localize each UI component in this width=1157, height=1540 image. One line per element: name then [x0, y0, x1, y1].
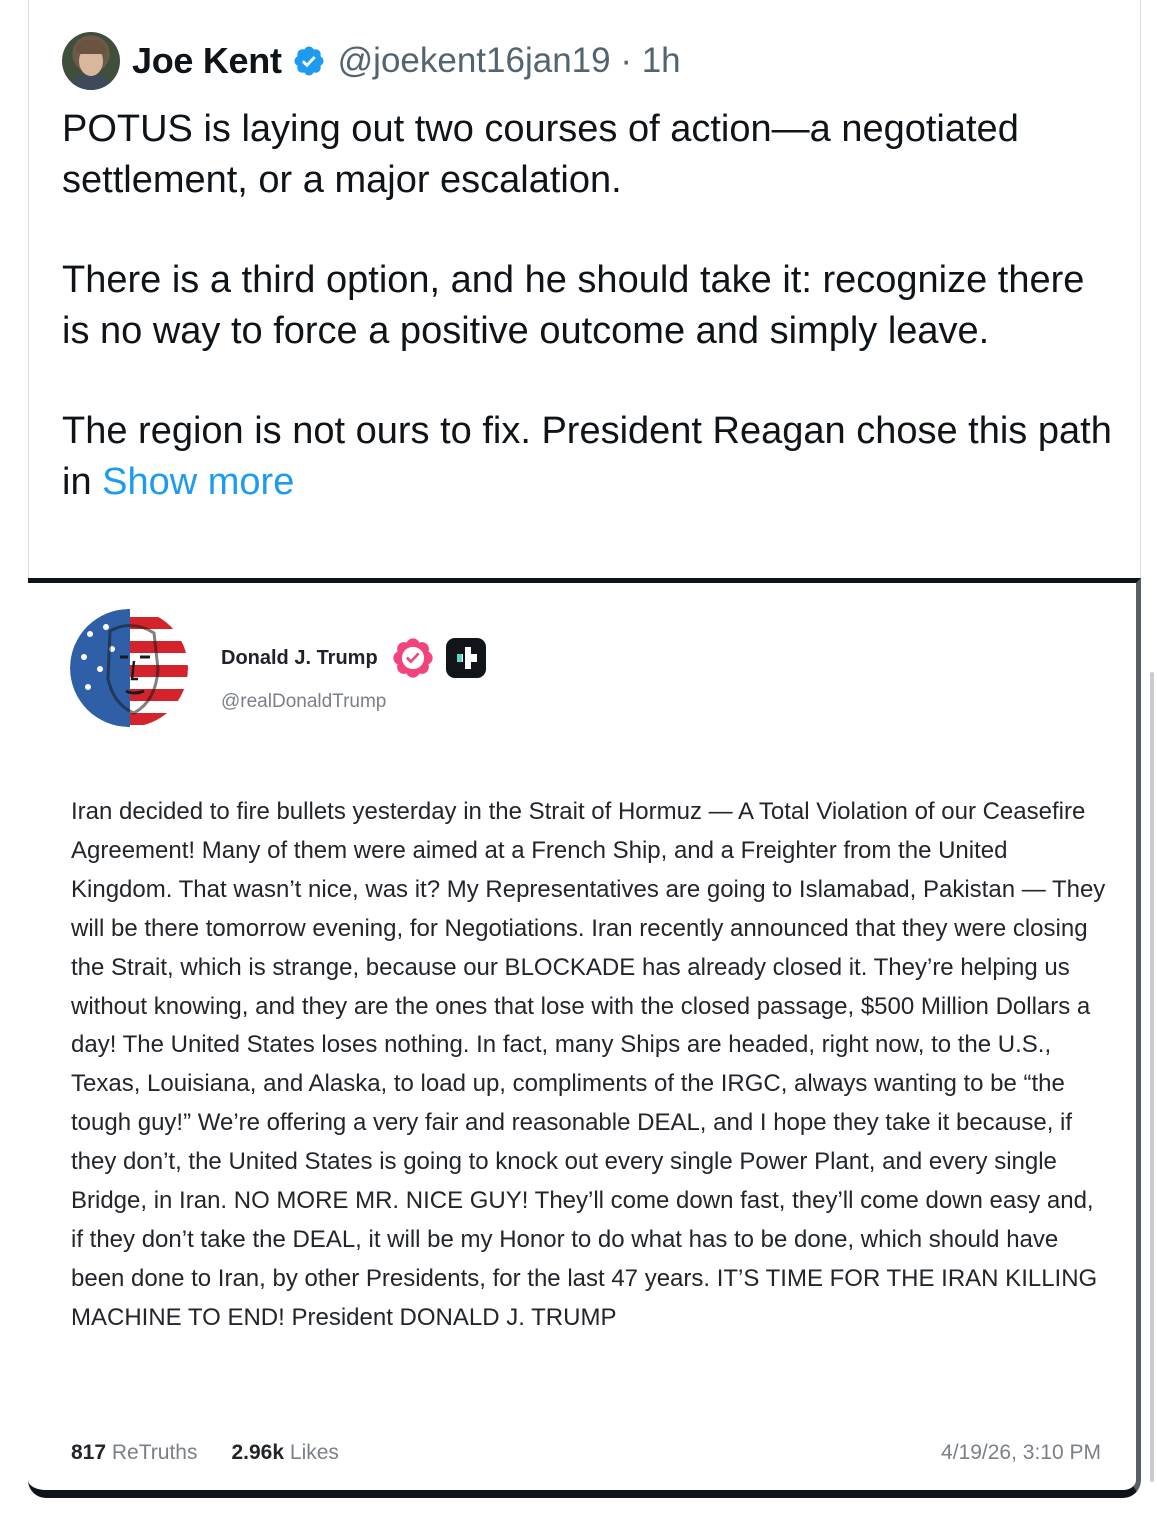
show-more-link[interactable]: Show more [102, 461, 294, 503]
embedded-screenshot[interactable]: Donald J. Trump @realDonaldTrump Iran de… [28, 578, 1141, 1498]
likes-stat: 2.96k Likes [231, 1441, 338, 1465]
tweet-header: Joe Kent @joekent16jan19 · 1h [62, 30, 681, 92]
verified-badge-icon [393, 638, 433, 678]
truth-post-body: Iran decided to fire bullets yesterday i… [71, 798, 1106, 1331]
author-handle-time[interactable]: @joekent16jan19 · 1h [338, 41, 681, 81]
author-avatar[interactable] [62, 32, 120, 90]
verified-badge-icon [294, 46, 324, 76]
tweet-paragraph: There is a third option, and he should t… [62, 259, 1085, 352]
tweet-paragraph: POTUS is laying out two courses of actio… [62, 108, 1019, 201]
scrollbar[interactable] [1150, 672, 1154, 1482]
likes-label: Likes [289, 1441, 339, 1464]
likes-count: 2.96k [231, 1441, 285, 1464]
truth-social-app-icon [445, 638, 486, 678]
author-name[interactable]: Joe Kent [132, 40, 282, 82]
trump-avatar [70, 609, 188, 727]
retruths-label: ReTruths [111, 1441, 198, 1464]
post-timestamp: 4/19/26, 3:10 PM [941, 1441, 1101, 1464]
tweet-paragraph-last: The region is not ours to fix. President… [62, 406, 1122, 508]
trump-author-name: Donald J. Trump [221, 646, 378, 669]
trump-handle: @realDonaldTrump [221, 691, 387, 712]
retruths-count: 817 [71, 1441, 107, 1464]
trump-name-row: Donald J. Trump [221, 635, 486, 681]
retruths-stat: 817 ReTruths [71, 1441, 197, 1465]
tweet-text: POTUS is laying out two courses of actio… [62, 104, 1122, 508]
truth-post-footer: 817 ReTruths 2.96k Likes 4/19/26, 3:10 P… [71, 1441, 1101, 1465]
